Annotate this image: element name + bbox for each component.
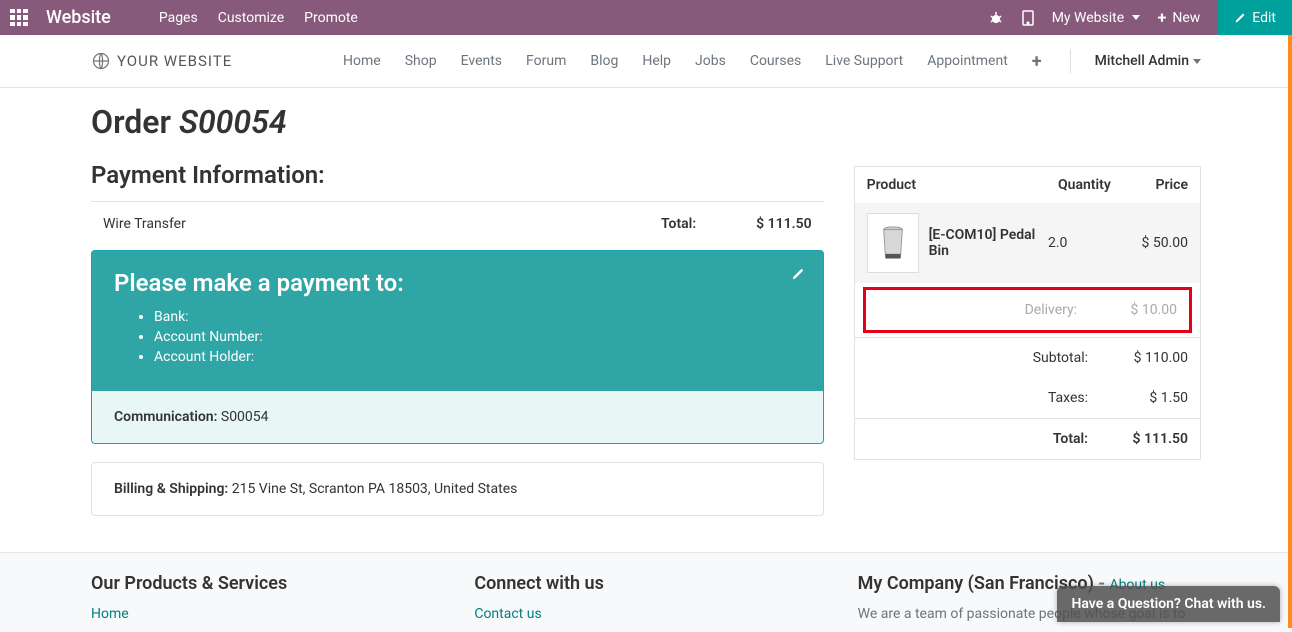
order-line-item: [E-COM10] Pedal Bin 2.0 $ 50.00 xyxy=(855,203,1200,283)
side-column: Product Quantity Price [E-COM10] Pedal B… xyxy=(854,161,1201,516)
payment-heading: Payment Information: xyxy=(91,161,824,202)
instructions-title: Please make a payment to: xyxy=(114,269,801,297)
taxes-label: Taxes: xyxy=(867,390,1108,406)
nav-events[interactable]: Events xyxy=(461,53,502,69)
topbar-right: My Website New Edit xyxy=(988,0,1282,35)
product-qty: 2.0 xyxy=(1048,235,1108,251)
page-title: Order S00054 xyxy=(91,103,1201,141)
add-menu-icon[interactable]: + xyxy=(1032,51,1042,72)
nav-live-support[interactable]: Live Support xyxy=(825,53,903,69)
taxes-value: $ 1.50 xyxy=(1108,390,1188,406)
total-label: Total: xyxy=(867,431,1108,447)
plus-icon xyxy=(1158,8,1167,27)
new-button[interactable]: New xyxy=(1158,8,1201,27)
nav-courses[interactable]: Courses xyxy=(750,53,801,69)
product-name: [E-COM10] Pedal Bin xyxy=(929,227,1038,259)
bug-icon[interactable] xyxy=(988,10,1004,26)
main-column: Payment Information: Wire Transfer Total… xyxy=(91,161,824,516)
nav-help[interactable]: Help xyxy=(642,53,671,69)
topbar-left: Website Pages Customize Promote xyxy=(10,7,358,28)
nav-shop[interactable]: Shop xyxy=(405,53,437,69)
user-name: Mitchell Admin xyxy=(1095,53,1189,69)
address-label: Billing & Shipping: xyxy=(114,481,228,497)
address-value: 215 Vine St, Scranton PA 18503, United S… xyxy=(232,481,518,497)
subnav-bar: YOUR WEBSITE Home Shop Events Forum Blog… xyxy=(0,35,1292,88)
product-thumbnail xyxy=(867,213,919,273)
payment-row: Wire Transfer Total: $ 111.50 xyxy=(91,216,824,232)
pencil-icon xyxy=(1234,12,1246,24)
nav-forum[interactable]: Forum xyxy=(526,53,566,69)
footer-col2-heading: Connect with us xyxy=(474,573,817,594)
globe-icon xyxy=(91,51,111,71)
edit-label: Edit xyxy=(1252,10,1276,26)
site-logo[interactable]: YOUR WEBSITE xyxy=(91,51,232,71)
subnav-menu: Home Shop Events Forum Blog Help Jobs Co… xyxy=(343,49,1201,73)
account-holder-field: Account Holder: xyxy=(154,349,801,365)
subtotal-value: $ 110.00 xyxy=(1108,350,1188,366)
subtotal-label: Subtotal: xyxy=(867,350,1108,366)
top-bar: Website Pages Customize Promote My Websi… xyxy=(0,0,1292,35)
pedal-bin-icon xyxy=(879,224,907,261)
top-menu-customize[interactable]: Customize xyxy=(218,10,284,26)
mobile-icon[interactable] xyxy=(1022,10,1034,26)
new-label: New xyxy=(1172,10,1200,26)
nav-appointment[interactable]: Appointment xyxy=(927,53,1008,69)
order-prefix: Order xyxy=(91,103,179,141)
delivery-label: Delivery: xyxy=(878,302,1097,318)
nav-blog[interactable]: Blog xyxy=(590,53,618,69)
my-website-menu[interactable]: My Website xyxy=(1052,10,1140,26)
edit-button[interactable]: Edit xyxy=(1218,0,1292,35)
user-menu[interactable]: Mitchell Admin xyxy=(1095,53,1201,69)
col-price: Price xyxy=(1128,177,1188,193)
delivery-value: $ 10.00 xyxy=(1097,302,1177,318)
taxes-row: Taxes: $ 1.50 xyxy=(855,378,1200,418)
chat-label: Have a Question? Chat with us. xyxy=(1071,596,1266,612)
instruction-list: Bank: Account Number: Account Holder: xyxy=(114,309,801,365)
chat-widget[interactable]: Have a Question? Chat with us. xyxy=(1057,586,1280,622)
brand-label[interactable]: Website xyxy=(46,7,111,28)
col-product: Product xyxy=(867,177,1058,193)
communication-box: Communication: S00054 xyxy=(91,391,824,444)
my-website-label: My Website xyxy=(1052,10,1124,26)
order-summary-table: Product Quantity Price [E-COM10] Pedal B… xyxy=(854,166,1201,460)
edit-instructions-button[interactable] xyxy=(791,267,805,281)
communication-label: Communication: xyxy=(114,409,217,425)
product-price: $ 50.00 xyxy=(1118,235,1188,251)
payment-instructions-box: Please make a payment to: Bank: Account … xyxy=(91,250,824,391)
payment-total-label: Total: xyxy=(661,216,696,232)
chevron-down-icon xyxy=(1132,15,1140,20)
address-box: Billing & Shipping: 215 Vine St, Scranto… xyxy=(91,462,824,516)
top-menu-pages[interactable]: Pages xyxy=(159,10,198,26)
total-value: $ 111.50 xyxy=(1108,431,1188,447)
subtotal-row: Subtotal: $ 110.00 xyxy=(855,337,1200,378)
delivery-row: Delivery: $ 10.00 xyxy=(866,290,1189,330)
payment-total-value: $ 111.50 xyxy=(756,216,811,232)
footer-link-contact[interactable]: Contact us xyxy=(474,606,541,622)
pencil-icon xyxy=(791,267,805,281)
top-menu-promote[interactable]: Promote xyxy=(304,10,358,26)
account-number-field: Account Number: xyxy=(154,329,801,345)
chevron-down-icon xyxy=(1193,59,1201,64)
footer-col-products: Our Products & Services Home xyxy=(91,573,434,622)
top-menu: Pages Customize Promote xyxy=(159,10,358,26)
footer-col-connect: Connect with us Contact us xyxy=(474,573,817,622)
payment-method: Wire Transfer xyxy=(103,216,661,232)
col-quantity: Quantity xyxy=(1058,177,1128,193)
nav-jobs[interactable]: Jobs xyxy=(695,53,726,69)
total-row: Total: $ 111.50 xyxy=(855,418,1200,459)
footer-col1-heading: Our Products & Services xyxy=(91,573,434,594)
scroll-indicator xyxy=(1288,35,1292,628)
communication-value: S00054 xyxy=(221,409,269,425)
footer-link-home[interactable]: Home xyxy=(91,606,129,622)
divider xyxy=(1070,49,1071,73)
logo-text: YOUR WEBSITE xyxy=(117,52,232,70)
apps-icon[interactable] xyxy=(10,9,28,27)
summary-header: Product Quantity Price xyxy=(855,167,1200,203)
nav-home[interactable]: Home xyxy=(343,53,381,69)
bank-field: Bank: xyxy=(154,309,801,325)
delivery-highlight: Delivery: $ 10.00 xyxy=(863,287,1192,333)
order-number: S00054 xyxy=(179,103,287,141)
